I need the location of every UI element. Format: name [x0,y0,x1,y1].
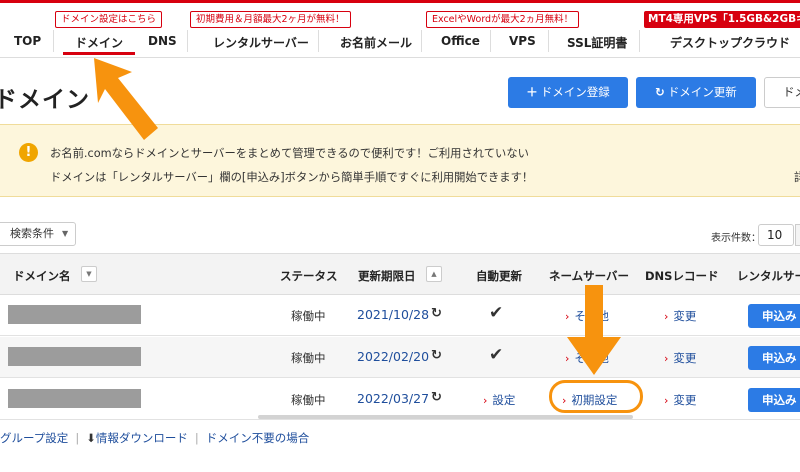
footer-separator: | [194,431,199,445]
chevron-right-icon: › [664,394,669,407]
horizontal-scrollbar[interactable] [258,415,633,419]
nav-item-ssl[interactable]: SSL証明書 [567,34,627,51]
chevron-right-icon: › [483,394,488,407]
column-header-domain: ドメイン名 [13,269,71,283]
column-header-expiry: 更新期限日 [358,269,416,283]
search-filter-dropdown[interactable]: 検索条件 ▼ [0,222,76,246]
per-page-select[interactable]: 10 [758,224,794,246]
nav-divider [548,30,549,52]
table-row: 稼働中 2022/03/27 ↻ › 設定 › 初期設定 › 変更 申込み [0,379,800,420]
sort-up-icon[interactable]: ▲ [426,266,442,282]
nav-divider [318,30,319,52]
nav-item-top[interactable]: TOP [14,34,41,48]
status-text: 稼働中 [291,393,326,407]
apply-label: 申込み [762,393,797,407]
dns-change-link[interactable]: › 変更 [664,350,696,366]
apply-button[interactable]: 申込み [748,304,800,328]
column-header-auto-renew: 自動更新 [476,269,522,283]
footer-links: グループ設定 | ⬇情報ダウンロード | ドメイン不要の場合 [0,430,309,446]
nav-divider [187,30,188,52]
dns-change-label: 変更 [673,393,697,407]
top-brand-bar [0,0,800,3]
per-page-stepper[interactable] [795,224,800,246]
table-row: 稼働中 2022/02/20 ↻ ✔ ›その他 ›変更 申込み [0,337,800,378]
footer-separator: | [75,431,80,445]
status-text: 稼働中 [291,309,326,323]
check-icon: ✔ [489,303,504,323]
highlight-oval-annotation [549,380,643,413]
notice-line-2: ドメインは「レンタルサーバー」欄の[申込み]ボタンから簡単手順ですぐに利用開始で… [50,171,534,184]
renew-icon[interactable]: ↻ [431,390,442,405]
per-page-label: 表示件数： [711,233,761,244]
nav-item-desktop-cloud[interactable]: デスクトップクラウド [670,34,790,51]
table-header: ドメイン名 ▼ ステータス 更新期限日 ▲ 自動更新 ネームサーバー DNSレコ… [0,253,800,295]
notice-details-link[interactable]: 詳 [794,169,800,185]
apply-label: 申込み [762,351,797,365]
chevron-right-icon: › [664,352,669,365]
masked-domain-name [8,389,141,408]
nav-divider [421,30,422,52]
plus-icon: ＋ [526,85,538,99]
check-icon: ✔ [489,345,504,365]
domain-register-button[interactable]: ＋ドメイン登録 [508,77,628,108]
column-header-nameserver: ネームサーバー [549,269,630,283]
main-nav: ドメイン設定はこちら 初期費用＆月額最大2ヶ月が無料！ ExcelやWordが最… [0,8,800,58]
search-filter-label: 検索条件 [10,227,54,240]
nav-item-mail[interactable]: お名前メール [340,34,412,51]
nav-item-office[interactable]: Office [441,34,480,48]
expiry-date[interactable]: 2021/10/28 [357,307,429,322]
table-row: 稼働中 2021/10/28 ↻ ✔ ›その他 ›変更 申込み [0,295,800,336]
download-icon: ⬇ [86,431,96,445]
domain-renew-button[interactable]: ↻ ドメイン更新 [636,77,756,108]
chevron-right-icon: › [664,310,669,323]
notice-line-1: お名前.comならドメインとサーバーをまとめて管理できるので便利です！ご利用され… [50,147,529,160]
nav-divider [53,30,54,52]
nav-item-dns[interactable]: DNS [148,34,177,48]
dns-change-label: 変更 [673,309,697,323]
unneeded-domain-link[interactable]: ドメイン不要の場合 [206,431,310,445]
column-header-status: ステータス [280,269,338,283]
dns-change-link[interactable]: › 変更 [664,392,696,408]
masked-domain-name [8,347,141,366]
domain-renew-label: ドメイン更新 [667,85,737,99]
nav-item-domain[interactable]: ドメイン [62,34,136,55]
apply-label: 申込み [762,309,797,323]
arrow-up-annotation [94,58,158,140]
page-title: ドメイン [0,87,90,113]
nav-badge-domain: ドメイン設定はこちら [55,11,163,28]
nav-badge-rental: 初期費用＆月額最大2ヶ月が無料！ [190,11,351,28]
masked-domain-name [8,305,141,324]
group-settings-link[interactable]: グループ設定 [0,431,68,445]
auto-renew-setting-label: 設定 [492,393,516,407]
apply-button[interactable]: 申込み [748,346,800,370]
domain-other-label: ドメ [783,85,800,99]
refresh-icon: ↻ [655,85,665,99]
auto-renew-setting-link[interactable]: › 設定 [483,392,515,408]
nav-item-vps[interactable]: VPS [509,34,536,48]
per-page-value: 10 [767,228,783,242]
nav-divider [639,30,640,52]
renew-icon[interactable]: ↻ [431,306,442,321]
dns-change-link[interactable]: › 変更 [664,308,696,324]
info-icon: ! [19,143,38,162]
caret-down-icon: ▼ [62,229,69,238]
nav-divider [490,30,491,52]
column-header-dns: DNSレコード [645,269,719,283]
arrow-down-annotation [567,285,621,375]
nav-item-rental-server[interactable]: レンタルサーバー [213,34,309,51]
domain-other-button[interactable]: ドメ [764,77,800,108]
apply-button[interactable]: 申込み [748,388,800,412]
domain-register-label: ドメイン登録 [540,85,610,99]
nav-badge-desktop-cloud: MT4専用VPS「1.5GB&2GBキャ [644,11,800,28]
status-text: 稼働中 [291,351,326,365]
dns-change-label: 変更 [673,351,697,365]
expiry-date[interactable]: 2022/03/27 [357,391,429,406]
expiry-date[interactable]: 2022/02/20 [357,349,429,364]
download-link[interactable]: 情報ダウンロード [96,431,188,445]
renew-icon[interactable]: ↻ [431,348,442,363]
nav-badge-office: ExcelやWordが最大2ヵ月無料！ [426,11,580,28]
column-header-rental: レンタルサー [737,269,800,283]
sort-down-icon[interactable]: ▼ [81,266,97,282]
